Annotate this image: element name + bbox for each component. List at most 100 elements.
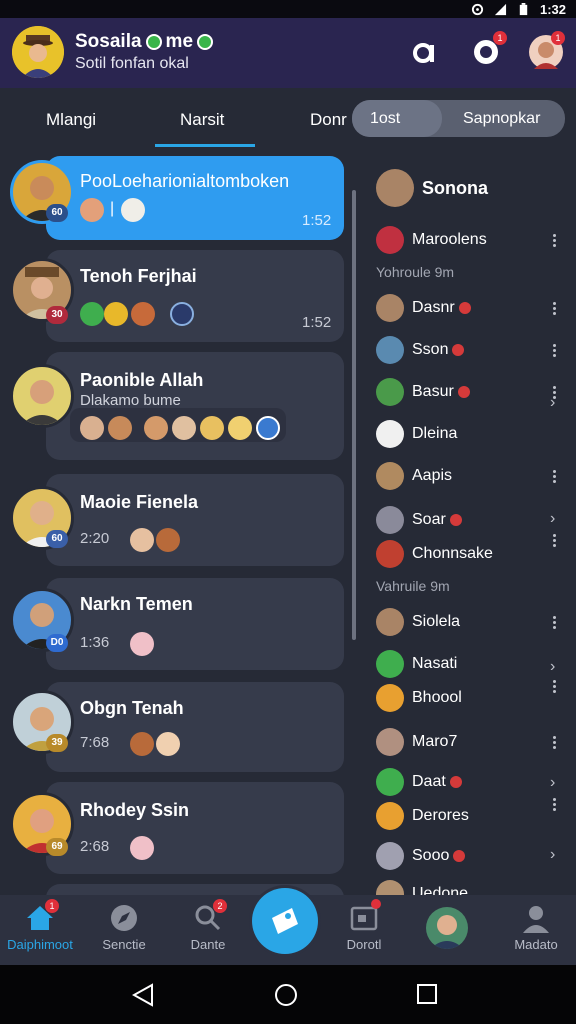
app-logo-button[interactable] — [406, 33, 444, 71]
contact-avatar — [376, 540, 404, 568]
conversation-name: Rhodey Ssin — [80, 800, 190, 820]
back-icon[interactable] — [132, 983, 154, 1007]
more-icon[interactable] — [553, 796, 557, 812]
calendar-icon — [349, 899, 381, 933]
contact-avatar — [376, 294, 404, 322]
conversation-card[interactable] — [46, 474, 344, 566]
home-circle-icon[interactable] — [274, 983, 298, 1007]
contact-row[interactable]: Basur — [376, 376, 470, 408]
contact-avatar — [376, 728, 404, 756]
contact-row[interactable]: Maro7 — [376, 726, 457, 758]
contact-avatar — [376, 802, 404, 830]
conversation-name: Narkn Temen — [80, 594, 193, 614]
conversation-card[interactable] — [46, 578, 344, 670]
contact-row[interactable]: Soar — [376, 504, 462, 536]
section-header: Vahruile 9m — [376, 578, 450, 594]
contact-row[interactable]: Derores — [376, 800, 469, 832]
conversation-list: 60 PooLoeharionialtomboken | 1:52 30 Ten… — [0, 150, 352, 895]
more-icon[interactable] — [553, 614, 557, 630]
status-dot-icon — [453, 850, 466, 862]
nav-label: Senctie — [102, 937, 146, 952]
tab-narsit[interactable]: Narsit — [180, 110, 224, 130]
conversation-time: 1:36 — [80, 634, 110, 651]
emoji-icon — [228, 416, 252, 440]
nav-dorotl[interactable]: Dorotl — [324, 899, 404, 952]
contact-name: Chonnsake — [412, 545, 493, 562]
filter-1ost[interactable]: 1ost — [370, 110, 400, 128]
chevron-right-icon[interactable]: › — [550, 774, 555, 792]
conversation-card[interactable] — [46, 682, 344, 772]
conversation-card[interactable] — [46, 782, 344, 874]
more-icon[interactable] — [553, 300, 557, 316]
contact-row[interactable]: Bhoool — [376, 682, 462, 714]
emoji-icon — [144, 416, 168, 440]
chevron-right-icon[interactable]: › — [550, 658, 555, 676]
more-icon[interactable] — [553, 232, 557, 248]
compose-fab[interactable] — [252, 888, 318, 954]
nav-label: Dante — [190, 937, 226, 952]
chat-button[interactable]: 1 — [467, 31, 507, 71]
contact-row[interactable]: Maroolens — [376, 224, 487, 256]
contact-row-top[interactable]: Sonona — [376, 168, 488, 208]
filter-sapnopkar[interactable]: Sapnopkar — [463, 110, 540, 128]
contact-avatar — [376, 842, 404, 870]
search-badge: 2 — [213, 899, 227, 913]
dorotl-dot — [371, 899, 381, 909]
contact-row[interactable]: Sson — [376, 334, 465, 366]
flag-icon — [376, 226, 404, 254]
separator-icon: | — [110, 200, 115, 217]
more-icon[interactable] — [553, 468, 557, 484]
scrollbar[interactable] — [352, 190, 356, 640]
conversation-card[interactable] — [46, 250, 344, 342]
contact-row[interactable]: Dleina — [376, 418, 457, 450]
contact-avatar — [376, 880, 404, 895]
more-icon[interactable] — [553, 342, 557, 358]
contact-row[interactable]: Aapis — [376, 460, 452, 492]
nav-home[interactable]: 1 Daiphimoot — [0, 899, 80, 952]
nav-dante[interactable]: 2 Dante — [168, 899, 248, 952]
nav-senctie[interactable]: Senctie — [84, 903, 164, 952]
contact-name: Daat — [412, 773, 446, 790]
contact-avatar[interactable] — [10, 364, 74, 428]
conversation-name: Maoie Fienela — [80, 492, 199, 512]
more-icon[interactable] — [553, 734, 557, 750]
contact-name: Basur — [412, 383, 454, 400]
tab-donr[interactable]: Donr — [310, 110, 347, 130]
recents-icon[interactable] — [416, 983, 438, 1005]
contact-row[interactable]: Nasati — [376, 648, 457, 680]
contact-name: Nasati — [412, 655, 458, 672]
conversation-name: Tenoh Ferjhai — [80, 266, 197, 286]
chevron-right-icon[interactable]: › — [550, 846, 555, 864]
contact-avatar — [376, 336, 404, 364]
contact-avatar — [376, 462, 404, 490]
more-icon[interactable] — [553, 532, 557, 548]
nav-profile-avatar[interactable] — [426, 907, 468, 949]
emoji-icon — [200, 416, 224, 440]
contact-row[interactable]: Uedone — [376, 878, 468, 895]
more-icon[interactable] — [553, 678, 557, 694]
chevron-right-icon[interactable]: › — [550, 510, 555, 528]
search-icon: 2 — [193, 899, 227, 933]
contact-row[interactable]: Dasnr — [376, 292, 471, 324]
status-dot-icon — [452, 344, 465, 356]
emoji-icon — [130, 632, 154, 656]
profile-avatar[interactable] — [12, 26, 64, 78]
contact-row[interactable]: Sooo — [376, 840, 466, 872]
contact-name: Sooo — [412, 847, 450, 864]
chevron-right-icon[interactable]: › — [550, 394, 555, 412]
account-avatar-button[interactable]: 1 — [527, 31, 565, 71]
contact-avatar — [376, 420, 404, 448]
contact-avatar — [376, 378, 404, 406]
unread-badge: 30 — [46, 306, 68, 324]
emoji-icon — [130, 732, 154, 756]
nav-madato[interactable]: Madato — [496, 903, 576, 952]
contact-row[interactable]: Daat — [376, 766, 462, 798]
tab-mlangi[interactable]: Mlangi — [46, 110, 96, 130]
home-icon: 1 — [25, 899, 59, 933]
contact-name: Bhoool — [412, 689, 462, 706]
contact-name: Dleina — [412, 425, 458, 442]
verified-icon — [197, 34, 214, 50]
contact-row[interactable]: Siolela — [376, 606, 460, 638]
contact-row[interactable]: Chonnsake — [376, 538, 493, 570]
contact-name: Soar — [412, 511, 446, 528]
